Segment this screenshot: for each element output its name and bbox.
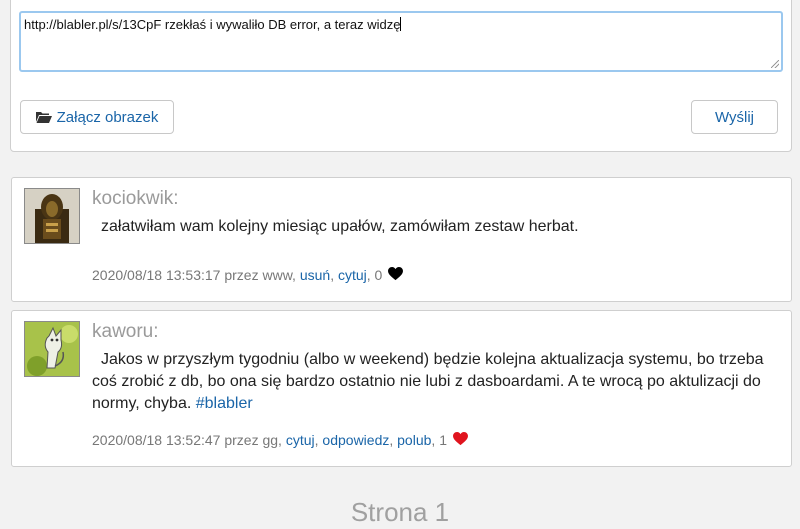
post-source: przez www,	[224, 267, 296, 283]
hashtag-link[interactable]: #blabler	[196, 395, 253, 412]
post-source: przez gg,	[224, 432, 282, 448]
post-author[interactable]: kociokwik:	[92, 188, 179, 210]
heart-icon[interactable]	[452, 432, 468, 446]
message-text: http://blabler.pl/s/13CpF rzekłaś i wywa…	[24, 17, 401, 32]
resize-handle[interactable]	[771, 60, 779, 68]
avatar[interactable]	[24, 188, 80, 244]
page-indicator: Strona 1	[350, 497, 450, 527]
post-item: kaworu: Jakos w przyszłym tygodniu (albo…	[11, 310, 792, 467]
post-item: kociokwik: załatwiłam wam kolejny miesią…	[11, 177, 792, 302]
send-button[interactable]: Wyślij	[691, 100, 778, 134]
attach-image-label: Załącz obrazek	[56, 108, 159, 126]
avatar-image	[25, 322, 79, 376]
avatar-image	[25, 189, 79, 243]
heart-icon[interactable]	[388, 267, 404, 281]
post-meta: 2020/08/18 13:53:17 przez www, usuń, cyt…	[92, 267, 404, 283]
attach-image-button[interactable]: Załącz obrazek	[20, 100, 174, 134]
post-composer: http://blabler.pl/s/13CpF rzekłaś i wywa…	[10, 0, 792, 152]
text-caret	[400, 17, 402, 31]
like-link[interactable]: polub	[397, 432, 431, 448]
post-timestamp: 2020/08/18 13:53:17	[92, 267, 221, 283]
like-count: 0	[374, 267, 383, 283]
post-author[interactable]: kaworu:	[92, 321, 159, 343]
folder-open-icon	[35, 112, 52, 123]
message-textarea[interactable]: http://blabler.pl/s/13CpF rzekłaś i wywa…	[19, 11, 783, 72]
post-timestamp: 2020/08/18 13:52:47	[92, 432, 221, 448]
avatar[interactable]	[24, 321, 80, 377]
post-text: Jakos w przyszłym tygodniu (albo w weeke…	[92, 351, 764, 412]
quote-link[interactable]: cytuj	[286, 432, 315, 448]
quote-link[interactable]: cytuj	[338, 267, 367, 283]
post-text-block: Jakos w przyszłym tygodniu (albo w weeke…	[92, 349, 782, 415]
delete-link[interactable]: usuń	[300, 267, 330, 283]
post-meta: 2020/08/18 13:52:47 przez gg, cytuj, odp…	[92, 432, 468, 448]
send-label: Wyślij	[714, 108, 755, 126]
post-text: załatwiłam wam kolejny miesiąc upałów, z…	[101, 218, 579, 235]
like-count: 1	[439, 432, 447, 448]
reply-link[interactable]: odpowiedz	[322, 432, 389, 448]
